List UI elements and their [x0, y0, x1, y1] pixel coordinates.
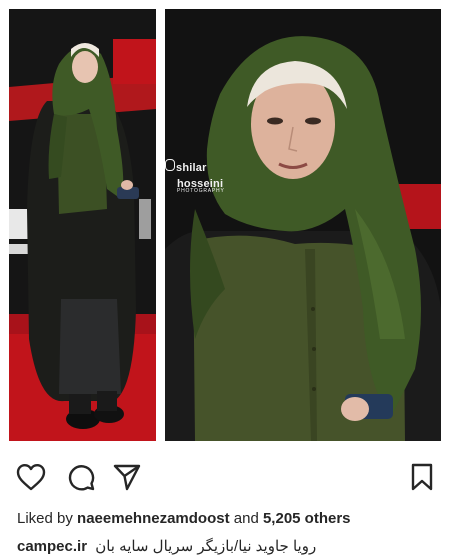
post-caption: campec.ir رویا جاوید نیا/بازیگر سریال سا… [17, 537, 437, 555]
watermark-name: shilar [176, 162, 207, 174]
watermark-sub: PHOTOGRAPHY [177, 188, 225, 194]
post-media[interactable]: shilar hosseini PHOTOGRAPHY [9, 9, 441, 441]
comment-button[interactable] [64, 460, 98, 494]
liked-by-user-link[interactable]: naeemehnezamdoost [77, 510, 230, 527]
caption-text: رویا جاوید نیا/بازیگر سریال سایه بان [95, 538, 317, 555]
caption-author-link[interactable]: campec.ir [17, 538, 87, 555]
share-button[interactable] [110, 460, 144, 494]
comment-bubble-icon [68, 465, 95, 491]
post-action-bar [0, 460, 450, 500]
bookmark-icon [411, 463, 433, 491]
likes-summary: Liked by naeemehnezamdoost and 5,205 oth… [17, 510, 351, 527]
paper-plane-icon [113, 464, 141, 491]
likes-joiner: and [233, 510, 259, 527]
photographer-watermark: shilar hosseini PHOTOGRAPHY [165, 159, 225, 194]
likes-count-link[interactable]: 5,205 others [263, 510, 351, 527]
photo-portrait-image [165, 9, 441, 441]
save-button[interactable] [405, 460, 439, 494]
watermark-logo-icon [165, 159, 175, 171]
heart-icon [16, 464, 46, 491]
post-photo-left[interactable] [9, 9, 156, 441]
like-button[interactable] [14, 460, 48, 494]
photo-full-body-image [9, 9, 156, 441]
post-photo-right[interactable]: shilar hosseini PHOTOGRAPHY [165, 9, 441, 441]
likes-prefix: Liked by [17, 510, 73, 527]
